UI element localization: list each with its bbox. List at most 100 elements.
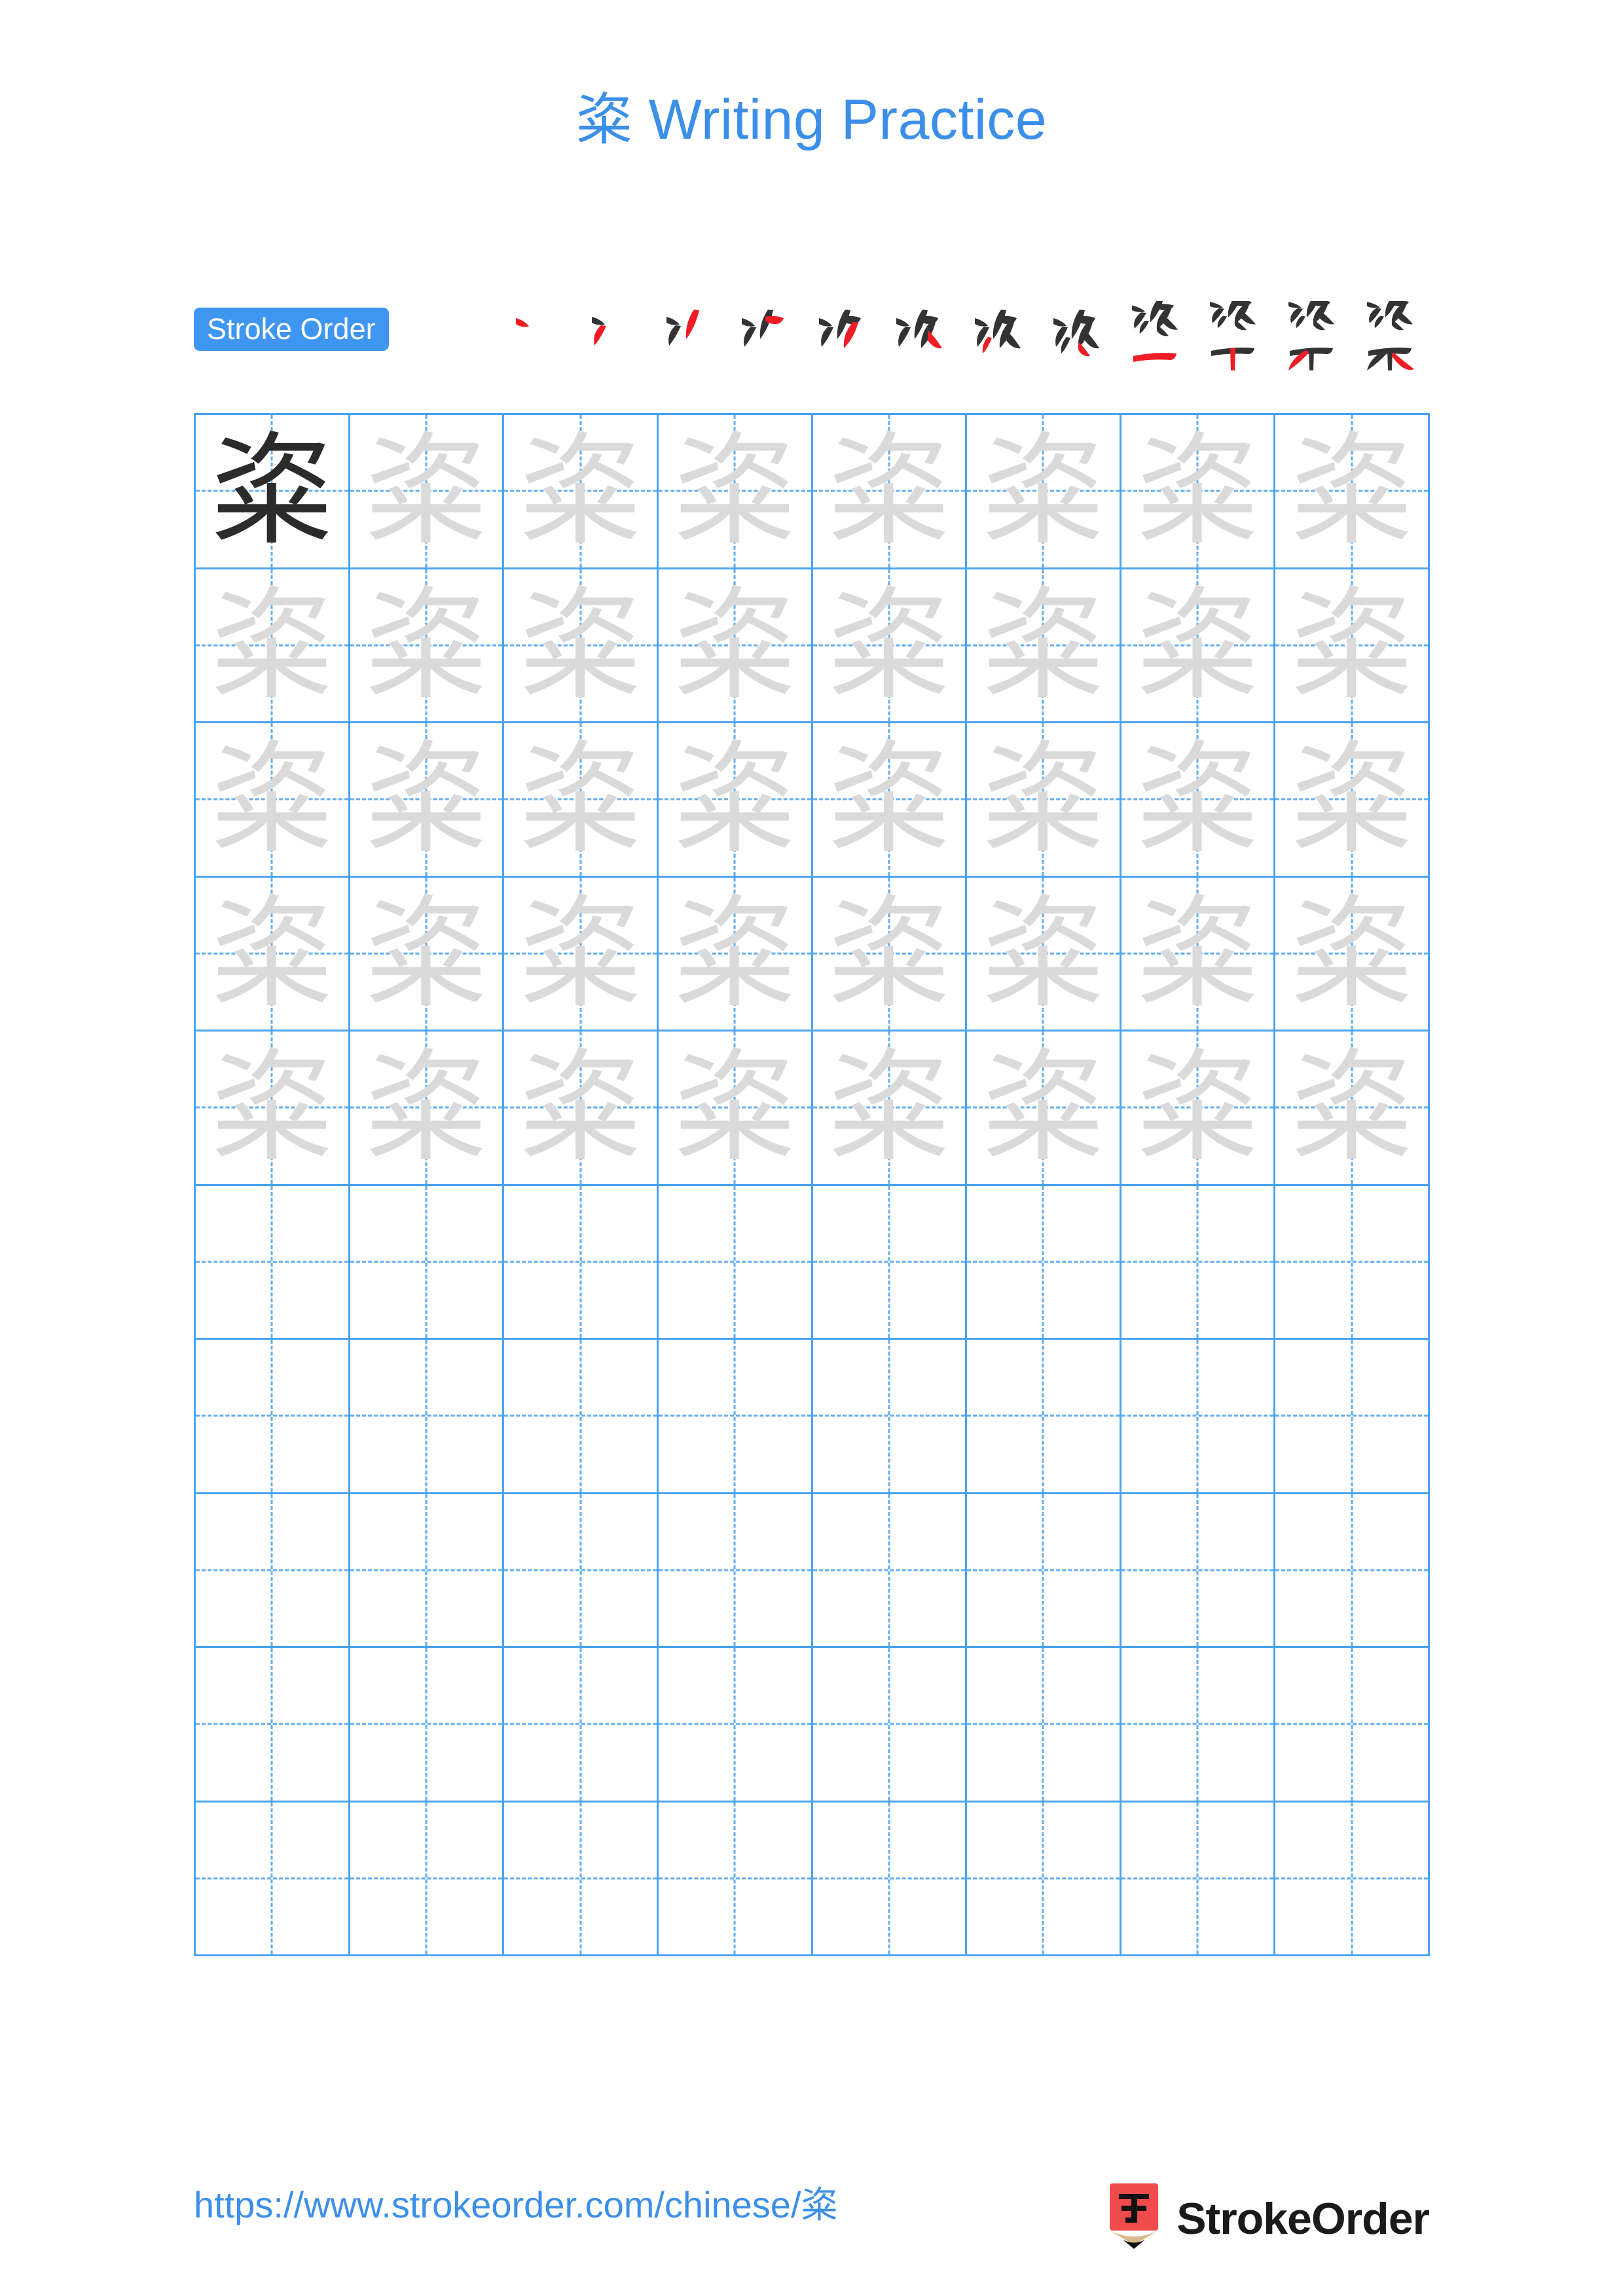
practice-cell[interactable]: 粢 [504,877,659,1031]
practice-cell[interactable]: 粢 [967,569,1122,723]
practice-cell[interactable] [350,1802,505,1956]
practice-cell[interactable]: 粢 [1275,1031,1430,1186]
source-url-link[interactable]: https://www.strokeorder.com/chinese/粢 [194,2185,838,2225]
trace-character: 粢 [1137,1036,1259,1179]
practice-cell[interactable] [812,1494,968,1648]
practice-cell[interactable] [1121,1185,1276,1340]
practice-cell[interactable]: 粢 [350,877,505,1031]
practice-cell[interactable] [196,1648,350,1803]
practice-cell[interactable] [196,1494,350,1648]
practice-cell[interactable] [658,1494,813,1648]
practice-cell[interactable]: 粢 [1275,415,1430,569]
practice-cell[interactable]: 粢 [196,569,350,723]
practice-cell[interactable]: 粢 [967,723,1122,878]
trace-character: 粢 [828,1036,950,1179]
practice-cell[interactable] [1121,1494,1276,1648]
trace-character: 粢 [674,420,796,562]
practice-cell[interactable] [196,1340,350,1494]
practice-cell[interactable]: 粢 [504,415,659,569]
practice-cell[interactable] [196,1802,350,1956]
practice-cell[interactable] [812,1185,968,1340]
practice-cell[interactable]: 粢 [658,877,813,1031]
practice-cell[interactable]: 粢 [967,415,1122,569]
practice-cell[interactable]: 粢 [967,1031,1122,1186]
practice-cell[interactable]: 粢 [350,1031,505,1186]
practice-cell[interactable]: 粢 [658,569,813,723]
practice-cell[interactable] [812,1648,968,1803]
practice-cell[interactable]: 粢 [196,415,350,569]
practice-cell[interactable] [658,1648,813,1803]
trace-character: 粢 [211,573,333,716]
practice-cell[interactable]: 粢 [504,723,659,878]
practice-cell[interactable] [967,1648,1122,1803]
practice-cell[interactable]: 粢 [196,1031,350,1186]
practice-cell[interactable]: 粢 [196,877,350,1031]
practice-cell[interactable] [812,1340,968,1494]
practice-cell[interactable] [504,1340,659,1494]
practice-cell[interactable] [967,1185,1122,1340]
practice-cell[interactable] [504,1494,659,1648]
practice-cell[interactable]: 粢 [812,415,968,569]
practice-cell[interactable]: 粢 [504,569,659,723]
trace-character: 粢 [1290,728,1413,870]
practice-cell[interactable] [812,1802,968,1956]
trace-character: 粢 [1290,573,1413,716]
practice-grid: 粢粢粢粢粢粢粢粢粢粢粢粢粢粢粢粢粢粢粢粢粢粢粢粢粢粢粢粢粢粢粢粢粢粢粢粢粢粢粢粢 [194,413,1430,1956]
practice-cell[interactable] [1121,1648,1276,1803]
practice-cell[interactable]: 粢 [350,415,505,569]
trace-character: 粢 [674,573,796,716]
practice-cell[interactable] [350,1494,505,1648]
practice-cell[interactable]: 粢 [658,723,813,878]
trace-character: 粢 [674,882,796,1024]
practice-cell[interactable]: 粢 [1121,1031,1276,1186]
trace-character: 粢 [211,1036,333,1179]
practice-cell[interactable] [504,1802,659,1956]
practice-cell[interactable]: 粢 [350,723,505,878]
practice-cell[interactable] [350,1340,505,1494]
stroke-step-2 [568,301,646,373]
practice-cell[interactable] [967,1802,1122,1956]
practice-cell[interactable] [196,1185,350,1340]
practice-cell[interactable] [967,1494,1122,1648]
practice-cell[interactable] [658,1185,813,1340]
practice-cell[interactable]: 粢 [658,415,813,569]
practice-cell[interactable]: 粢 [1121,569,1276,723]
practice-cell[interactable] [658,1340,813,1494]
practice-cell[interactable] [1275,1185,1430,1340]
practice-cell[interactable] [1121,1802,1276,1956]
practice-cell[interactable] [350,1648,505,1803]
practice-cell[interactable] [658,1802,813,1956]
practice-cell[interactable]: 粢 [658,1031,813,1186]
stroke-step-8 [1039,301,1116,373]
practice-cell[interactable]: 粢 [1275,723,1430,878]
practice-cell[interactable]: 粢 [1121,723,1276,878]
trace-character: 粢 [1137,882,1259,1024]
practice-cell[interactable] [1121,1340,1276,1494]
practice-cell[interactable]: 粢 [967,877,1122,1031]
practice-cell[interactable]: 粢 [1121,415,1276,569]
practice-cell[interactable] [1275,1494,1430,1648]
page-title: 粢 Writing Practice [0,92,1623,148]
practice-cell[interactable] [504,1185,659,1340]
practice-cell[interactable] [1275,1340,1430,1494]
practice-cell[interactable] [350,1185,505,1340]
practice-cell[interactable]: 粢 [196,723,350,878]
practice-cell[interactable]: 粢 [1275,877,1430,1031]
practice-cell[interactable] [1275,1802,1430,1956]
trace-character: 粢 [982,728,1104,870]
practice-cell[interactable] [1275,1648,1430,1803]
stroke-step-1 [490,301,567,373]
practice-cell[interactable]: 粢 [504,1031,659,1186]
practice-cell[interactable] [967,1340,1122,1494]
practice-cell[interactable]: 粢 [812,569,968,723]
trace-character: 粢 [1290,1036,1413,1179]
practice-cell[interactable]: 粢 [812,877,968,1031]
practice-cell[interactable]: 粢 [812,723,968,878]
practice-cell[interactable]: 粢 [1121,877,1276,1031]
practice-cell[interactable]: 粢 [350,569,505,723]
practice-cell[interactable]: 粢 [1275,569,1430,723]
trace-character: 粢 [674,1036,796,1179]
practice-cell[interactable] [504,1648,659,1803]
stroke-step-9 [1118,301,1195,373]
practice-cell[interactable]: 粢 [812,1031,968,1186]
